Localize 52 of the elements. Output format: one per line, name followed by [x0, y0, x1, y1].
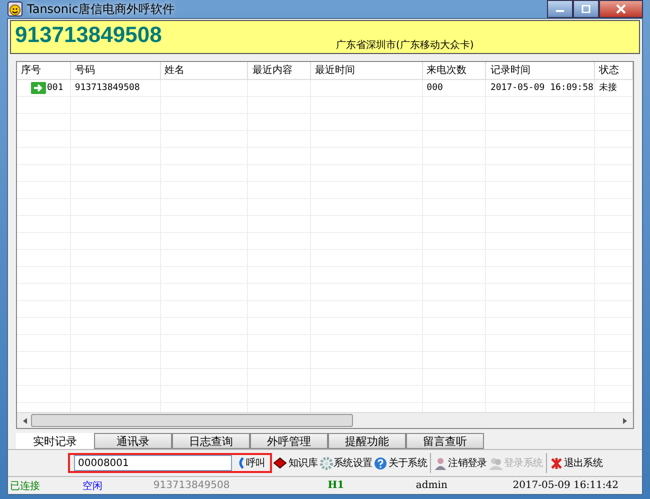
- table-cell-text: 001: [47, 82, 64, 95]
- table-cell-text: 913713849508: [74, 82, 140, 95]
- close-icon: [615, 4, 627, 14]
- caller-number: 913713849508: [15, 21, 162, 49]
- status-text: 2017-05-09 16:11:42: [512, 480, 620, 491]
- tab[interactable]: 实时记录: [16, 433, 94, 449]
- user-icon: [434, 456, 448, 470]
- help-icon: [374, 456, 388, 470]
- column-header[interactable]: 号码: [70, 62, 161, 79]
- tab[interactable]: 外呼管理: [250, 433, 328, 449]
- tab[interactable]: 日志查询: [172, 433, 250, 449]
- exit-icon: [550, 456, 563, 470]
- maximize-button[interactable]: [573, 0, 599, 18]
- status-text: admin: [414, 480, 448, 491]
- status-text: 已连接: [9, 480, 41, 492]
- call-button[interactable]: 呼叫: [236, 456, 266, 470]
- scroll-left-icon[interactable]: [21, 416, 29, 424]
- horizontal-scrollbar[interactable]: [17, 412, 633, 428]
- column-header[interactable]: 最近内容: [248, 62, 312, 79]
- gear-icon: [320, 456, 333, 470]
- toolbar-button[interactable]: 知识库: [272, 456, 319, 470]
- toolbar-button[interactable]: 关于系统: [373, 456, 428, 470]
- column-header[interactable]: 来电次数: [422, 62, 486, 79]
- table-cell-text: 未接: [599, 82, 618, 95]
- dial-input[interactable]: 00008001: [74, 455, 232, 471]
- caller-location: 广东省深圳市(广东移动大众卡): [336, 38, 474, 52]
- status-text: 913713849508: [153, 480, 231, 491]
- minimize-button[interactable]: [547, 0, 573, 18]
- toolbar-button[interactable]: 注销登录: [433, 456, 488, 470]
- close-button[interactable]: [599, 0, 643, 18]
- maximize-icon: [581, 5, 591, 13]
- window-title: Tansonic唐信电商外呼软件: [27, 0, 174, 18]
- status-text: 空闲: [82, 480, 104, 492]
- tab[interactable]: 提醒功能: [328, 433, 406, 449]
- table-cell-text: 000: [426, 82, 443, 95]
- phone-icon: [237, 457, 245, 469]
- status-text: H1: [326, 480, 346, 491]
- table-cell-text: 2017-05-09 16:09:58: [490, 82, 594, 95]
- column-header[interactable]: 姓名: [160, 62, 248, 79]
- column-header[interactable]: 最近时间: [311, 62, 423, 79]
- column-header[interactable]: 序号: [17, 62, 71, 79]
- smiley-icon: [7, 1, 23, 17]
- tab[interactable]: 通讯录: [94, 433, 172, 449]
- tab[interactable]: 留言查听: [406, 433, 484, 449]
- scroll-thumb[interactable]: [31, 414, 353, 427]
- toolbar-button[interactable]: 退出系统: [548, 456, 604, 470]
- column-header[interactable]: 记录时间: [486, 62, 596, 79]
- table-row[interactable]: 001 913713849508 000 2017-05-09 16:09:58 未接: [17, 80, 633, 97]
- scroll-right-icon[interactable]: [621, 416, 629, 424]
- column-header[interactable]: 状态: [595, 62, 633, 79]
- users-icon: [488, 456, 503, 470]
- toolbar-button[interactable]: 系统设置: [318, 456, 374, 470]
